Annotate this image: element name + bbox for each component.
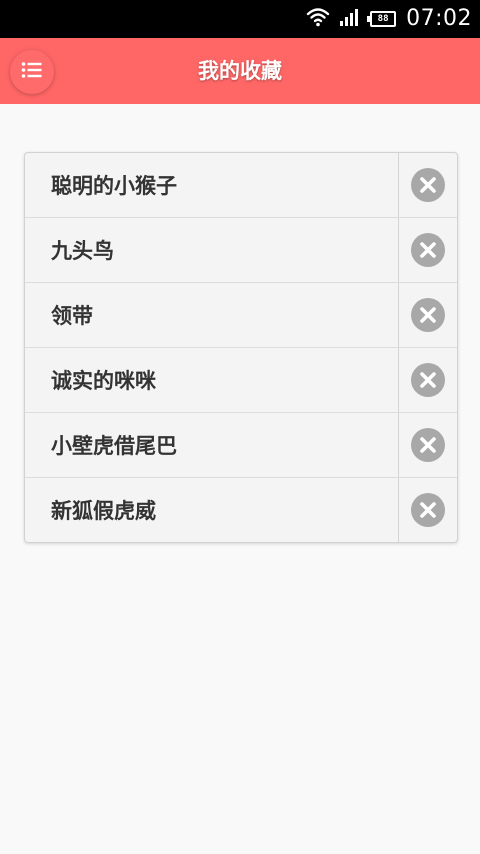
list-item[interactable]: 九头鸟 [25,218,457,283]
item-label[interactable]: 聪明的小猴子 [25,153,398,217]
list-item[interactable]: 聪明的小猴子 [25,153,457,218]
close-circle-icon [411,298,445,332]
delete-button[interactable] [398,283,457,347]
list-item[interactable]: 新狐假虎威 [25,478,457,542]
menu-button[interactable] [10,50,54,94]
battery-icon: 88 [367,11,397,27]
close-circle-icon [411,493,445,527]
favorites-list: 聪明的小猴子 九头鸟 领带 诚实的咪咪 小壁虎借尾巴 新狐假虎威 [24,152,458,543]
list-item[interactable]: 领带 [25,283,457,348]
list-item[interactable]: 小壁虎借尾巴 [25,413,457,478]
close-circle-icon [411,233,445,267]
item-label[interactable]: 诚实的咪咪 [25,348,398,412]
delete-button[interactable] [398,218,457,282]
battery-level: 88 [377,14,389,24]
delete-button[interactable] [398,413,457,477]
wifi-icon [306,7,330,31]
close-circle-icon [411,363,445,397]
item-label[interactable]: 领带 [25,283,398,347]
item-label[interactable]: 九头鸟 [25,218,398,282]
page-title: 我的收藏 [198,59,282,83]
status-bar: 88 07:02 [0,0,480,38]
delete-button[interactable] [398,348,457,412]
list-icon [21,61,43,83]
item-label[interactable]: 新狐假虎威 [25,478,398,542]
item-label[interactable]: 小壁虎借尾巴 [25,413,398,477]
close-circle-icon [411,428,445,462]
delete-button[interactable] [398,478,457,542]
close-circle-icon [411,168,445,202]
status-time: 07:02 [406,6,472,31]
delete-button[interactable] [398,153,457,217]
signal-icon [340,8,360,30]
list-item[interactable]: 诚实的咪咪 [25,348,457,413]
app-header: 我的收藏 [0,38,480,104]
status-icons: 88 07:02 [306,0,472,38]
